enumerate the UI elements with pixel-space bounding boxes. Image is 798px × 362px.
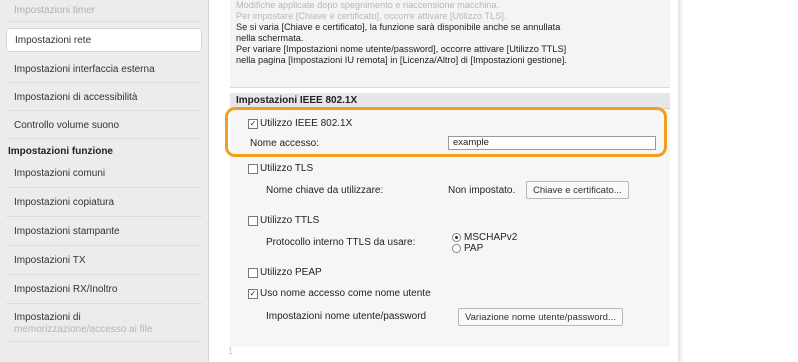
main-content: Modifiche applicate dopo spegnimento e r… (222, 0, 678, 362)
use-tls-label: Utilizzo TLS (260, 163, 314, 174)
sidebar-item-label: Impostazioni rete (15, 34, 92, 46)
sidebar-item-label: Impostazioni copiatura (14, 197, 115, 208)
change-user-password-button[interactable]: Variazione nome utente/password... (458, 308, 623, 326)
info-line: Modifiche applicate dopo spegnimento e r… (236, 0, 500, 10)
user-pass-label: Impostazioni nome utente/password (266, 311, 427, 322)
sidebar-item-storage[interactable]: Impostazioni di memorizzazione/accesso a… (6, 306, 202, 342)
page-shadow (678, 0, 684, 362)
sidebar-item-label: Impostazioni TX (14, 255, 86, 266)
use-ttls-row: Utilizzo TTLS (248, 215, 319, 226)
use-tls-checkbox[interactable] (248, 163, 258, 174)
use-login-as-user-checkbox[interactable]: ✓ (248, 288, 258, 299)
sidebar-item-tx[interactable]: Impostazioni TX (6, 247, 202, 275)
radio-pap[interactable] (452, 244, 461, 253)
ttls-protocol-label: Protocollo interno TTLS da usare: (266, 237, 416, 248)
sidebar-item-label: Impostazioni di accessibilità (14, 92, 138, 103)
info-box: Modifiche applicate dopo spegnimento e r… (230, 0, 670, 88)
sidebar-item-label: Impostazioni RX/Inoltro (14, 284, 118, 295)
info-line: Per variare [Impostazioni nome utente/pa… (236, 44, 567, 54)
use-login-as-user-label: Uso nome accesso come nome utente (260, 288, 431, 299)
sidebar-item-volume[interactable]: Controllo volume suono (6, 113, 202, 139)
use-tls-row: Utilizzo TLS (248, 163, 313, 174)
sidebar-item-label: Impostazioni timer (14, 5, 96, 16)
sidebar-section-title: Impostazioni funzione (8, 146, 113, 157)
sidebar-item-accessibility[interactable]: Impostazioni di accessibilità (6, 85, 202, 111)
key-name-value: Non impostato. (448, 185, 516, 196)
use-peap-checkbox[interactable] (248, 267, 258, 278)
sidebar-item-printer[interactable]: Impostazioni stampante (6, 218, 202, 246)
sidebar-item-external-interface[interactable]: Impostazioni interfaccia esterna (6, 57, 202, 83)
sidebar-item-rx[interactable]: Impostazioni RX/Inoltro (6, 276, 202, 304)
highlight-frame (225, 107, 667, 157)
key-certificate-button[interactable]: Chiave e certificato... (526, 181, 629, 199)
radio-pap-row: PAP (452, 243, 483, 254)
sidebar-item-timer[interactable]: Impostazioni timer (6, 0, 202, 22)
info-line: nella pagina [Impostazioni IU remota] in… (236, 55, 567, 65)
use-login-as-user-row: ✓ Uso nome accesso come nome utente (248, 288, 431, 299)
radio-pap-label: PAP (464, 243, 484, 254)
key-name-label: Nome chiave da utilizzare: (266, 185, 384, 196)
radio-mschapv2-label: MSCHAPv2 (464, 232, 518, 243)
sidebar-item-label: Impostazioni interfaccia esterna (14, 64, 155, 75)
info-line: Per impostare [Chiave e certificato], oc… (236, 11, 507, 21)
info-line: nella schermata. (236, 33, 304, 43)
sidebar-item-common[interactable]: Impostazioni comuni (6, 160, 202, 188)
use-ttls-checkbox[interactable] (248, 215, 258, 226)
radio-mschapv2-row: MSCHAPv2 (452, 232, 517, 243)
radio-mschapv2[interactable] (452, 233, 461, 242)
sidebar-item-copy[interactable]: Impostazioni copiatura (6, 189, 202, 217)
sidebar-item-label: Impostazioni stampante (14, 226, 120, 237)
use-peap-row: Utilizzo PEAP (248, 267, 322, 278)
footer-mark: 1 (228, 346, 234, 356)
sidebar-item-label: Controllo volume suono (14, 120, 120, 131)
sidebar: Impostazioni timer Impostazioni rete Imp… (0, 0, 209, 362)
use-peap-label: Utilizzo PEAP (260, 267, 322, 278)
sidebar-item-network[interactable]: Impostazioni rete (6, 28, 202, 52)
info-line: Se si varia [Chiave e certificato], la f… (236, 22, 561, 32)
use-ttls-label: Utilizzo TTLS (260, 215, 320, 226)
sidebar-item-label-line2: memorizzazione/accesso ai file (14, 323, 153, 335)
sidebar-item-label: Impostazioni di (14, 311, 81, 323)
sidebar-item-label: Impostazioni comuni (14, 168, 106, 179)
